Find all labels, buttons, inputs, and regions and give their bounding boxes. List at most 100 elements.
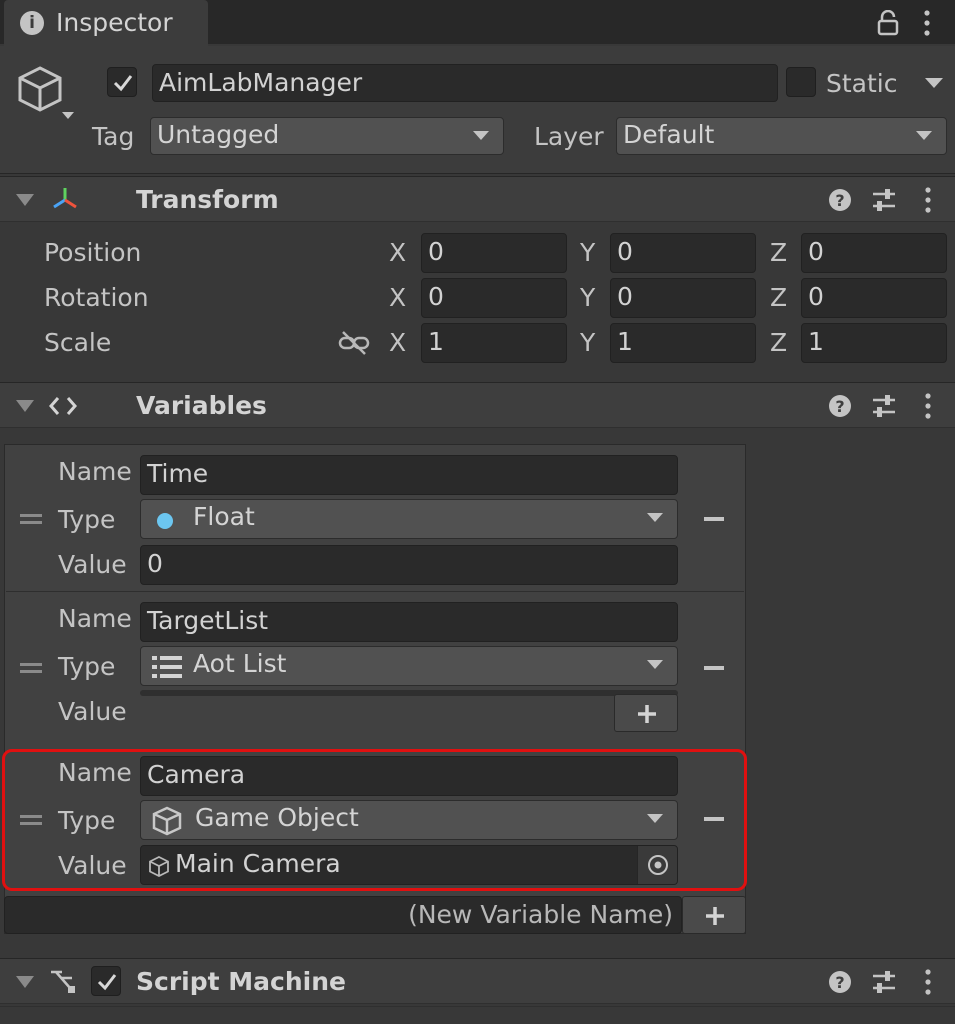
chevron-down-icon	[647, 513, 663, 522]
axis-y-label: Y	[580, 328, 596, 357]
name-label: Name	[58, 758, 132, 787]
presets-icon[interactable]	[871, 393, 897, 419]
help-icon[interactable]: ?	[828, 188, 852, 212]
drag-handle-icon[interactable]	[20, 663, 42, 673]
gameobject-icon	[149, 856, 169, 878]
object-picker-button[interactable]	[637, 846, 677, 884]
type-label: Type	[58, 806, 116, 835]
help-icon[interactable]: ?	[828, 394, 852, 418]
chevron-down-icon	[647, 660, 663, 669]
position-label: Position	[44, 238, 142, 267]
value-label: Value	[58, 851, 127, 880]
variable-name-field[interactable]: Time	[140, 455, 678, 495]
script-machine-enabled-checkbox[interactable]	[91, 966, 121, 996]
layer-dropdown[interactable]: Default	[616, 117, 947, 155]
inspector-tab[interactable]: i Inspector	[4, 0, 208, 46]
list-value-box	[140, 690, 678, 696]
list-icon	[152, 656, 182, 678]
script-machine-header[interactable]: Script Machine ?	[0, 958, 955, 1004]
drag-handle-icon[interactable]	[20, 815, 42, 825]
transform-header[interactable]: Transform ?	[0, 176, 955, 222]
component-menu-icon[interactable]	[921, 186, 935, 214]
axis-x-label: X	[389, 328, 407, 357]
drag-handle-icon[interactable]	[20, 514, 42, 524]
bottom-divider	[0, 1006, 955, 1024]
scale-x-field[interactable]: 1	[421, 323, 567, 363]
variable-type-dropdown[interactable]: Float	[140, 499, 678, 539]
axis-x-label: X	[389, 238, 407, 267]
variable-name-field[interactable]: TargetList	[140, 602, 678, 642]
foldout-arrow-icon	[16, 976, 34, 988]
scale-z-field[interactable]: 1	[801, 323, 947, 363]
svg-text:?: ?	[835, 191, 844, 210]
remove-variable-button[interactable]	[704, 517, 724, 521]
foldout-arrow-icon	[16, 400, 34, 412]
position-x-field[interactable]: 0	[421, 233, 567, 273]
component-menu-icon[interactable]	[921, 968, 935, 996]
help-icon[interactable]: ?	[828, 970, 852, 994]
remove-variable-button[interactable]	[704, 666, 724, 670]
variable-type-dropdown[interactable]: Aot List	[140, 646, 678, 686]
axis-z-label: Z	[770, 283, 788, 312]
position-z-field[interactable]: 0	[801, 233, 947, 273]
variables-header[interactable]: Variables ?	[0, 382, 955, 428]
plus-icon	[638, 705, 656, 723]
rotation-z-field[interactable]: 0	[801, 278, 947, 318]
plus-icon	[706, 907, 724, 925]
chevron-down-icon	[647, 814, 663, 823]
inspector-tab-label: Inspector	[56, 8, 173, 37]
scale-label: Scale	[44, 328, 112, 357]
transform-title: Transform	[136, 185, 279, 214]
position-y-field[interactable]: 0	[610, 233, 756, 273]
gameobject-icon[interactable]	[16, 64, 78, 124]
rotation-x-field[interactable]: 0	[421, 278, 567, 318]
variable-type-value: Game Object	[195, 803, 359, 832]
add-list-item-button[interactable]	[614, 694, 678, 732]
variable-type-dropdown[interactable]: Game Object	[140, 800, 678, 840]
variable-value: Main Camera	[175, 849, 341, 878]
object-name-field[interactable]: AimLabManager	[152, 64, 778, 102]
static-checkbox[interactable]	[786, 67, 816, 97]
variables-title: Variables	[136, 391, 267, 420]
type-label: Type	[58, 652, 116, 681]
script-graph-icon	[51, 970, 75, 993]
layer-value: Default	[623, 120, 715, 149]
component-menu-icon[interactable]	[921, 392, 935, 420]
constrain-proportions-icon[interactable]	[338, 330, 370, 356]
lock-icon[interactable]	[876, 10, 900, 36]
type-label: Type	[58, 505, 116, 534]
transform-icon	[53, 188, 77, 209]
checkmark-icon	[97, 974, 117, 991]
variable-name-field[interactable]: Camera	[140, 756, 678, 796]
remove-variable-button[interactable]	[704, 817, 724, 821]
chevron-down-icon	[916, 131, 932, 140]
static-label: Static	[826, 69, 898, 98]
axis-y-label: Y	[580, 283, 596, 312]
static-dropdown-arrow[interactable]	[925, 78, 943, 88]
presets-icon[interactable]	[871, 969, 897, 995]
info-icon: i	[20, 11, 44, 35]
code-brackets-icon	[49, 397, 77, 415]
variable-value-field[interactable]: 0	[140, 545, 678, 585]
axis-y-label: Y	[580, 238, 596, 267]
tab-menu-icon[interactable]	[920, 9, 934, 37]
presets-icon[interactable]	[871, 187, 897, 213]
gameobject-icon	[152, 806, 182, 836]
layer-label: Layer	[534, 122, 604, 151]
variable-type-value: Aot List	[193, 649, 287, 678]
tag-dropdown[interactable]: Untagged	[150, 117, 504, 155]
object-reference-field[interactable]: Main Camera	[140, 845, 678, 885]
tag-label: Tag	[92, 122, 135, 151]
script-machine-title: Script Machine	[136, 967, 346, 996]
new-variable-placeholder: (New Variable Name)	[408, 900, 673, 929]
new-variable-name-field[interactable]: (New Variable Name)	[4, 896, 682, 934]
float-dot-icon	[157, 513, 173, 529]
target-picker-icon	[648, 855, 668, 875]
axis-z-label: Z	[770, 238, 788, 267]
scale-y-field[interactable]: 1	[610, 323, 756, 363]
name-label: Name	[58, 604, 132, 633]
add-variable-button[interactable]	[682, 896, 746, 934]
rotation-y-field[interactable]: 0	[610, 278, 756, 318]
value-label: Value	[58, 697, 127, 726]
active-checkbox[interactable]	[107, 67, 137, 97]
